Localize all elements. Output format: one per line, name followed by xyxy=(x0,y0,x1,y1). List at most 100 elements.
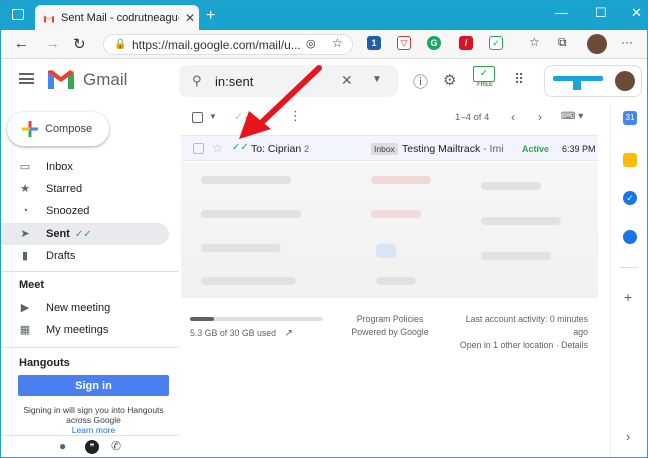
inbox-label-badge[interactable]: Inbox xyxy=(371,143,398,155)
annotation-arrow-icon xyxy=(239,65,322,139)
browser-tab[interactable]: Sent Mail - codrutneagu@digita ✕ xyxy=(35,5,199,30)
favorite-add-icon[interactable]: ☆ xyxy=(332,36,343,50)
sidebar-item-sent[interactable]: ➤ Sent ✓✓ xyxy=(1,223,169,245)
tasks-app-icon[interactable]: ✓ xyxy=(623,191,637,205)
sidebar-item-label: Inbox xyxy=(46,161,73,173)
more-menu-icon[interactable]: ··· xyxy=(621,35,633,49)
open-storage-icon[interactable]: ↗ xyxy=(285,328,293,339)
sidebar-item-label: My meetings xyxy=(46,324,109,336)
email-time: 6:39 PM xyxy=(562,144,596,154)
hangouts-icon[interactable]: ❞ xyxy=(85,440,99,454)
pocket-icon[interactable]: ▽ xyxy=(397,36,411,50)
star-toggle-icon[interactable]: ☆ xyxy=(212,141,223,155)
storage-usage-fill xyxy=(190,317,214,321)
clear-search-icon[interactable]: ✕ xyxy=(341,72,353,89)
row-checkbox[interactable] xyxy=(193,143,204,154)
my-meetings-item[interactable]: ▦ My meetings xyxy=(1,319,169,341)
settings-gear-icon[interactable]: ⚙ xyxy=(443,71,456,89)
older-page-icon[interactable]: › xyxy=(538,110,542,124)
reading-view-icon[interactable]: ◎ xyxy=(306,37,316,50)
sidebar-item-label: Drafts xyxy=(46,250,76,262)
browser-window: Sent Mail - codrutneagu@digita ✕ + — ☐ ✕… xyxy=(0,0,648,458)
side-panel: 31 ✓ + › xyxy=(610,101,647,457)
lock-icon: 🔒 xyxy=(114,39,127,50)
gmail-logo-icon xyxy=(48,70,74,89)
account-avatar[interactable] xyxy=(615,71,635,91)
back-icon[interactable]: ← xyxy=(14,35,29,52)
phone-icon[interactable]: ✆ xyxy=(111,439,121,453)
compose-button[interactable]: Compose xyxy=(7,112,109,146)
get-addons-icon[interactable]: + xyxy=(624,289,632,305)
select-all-checkbox[interactable] xyxy=(192,112,203,123)
apps-grid-icon[interactable]: ⠿ xyxy=(514,71,524,88)
favorites-icon[interactable]: ☆ xyxy=(529,35,540,49)
maximize-button[interactable]: ☐ xyxy=(595,5,607,21)
new-meeting-item[interactable]: ▶ New meeting xyxy=(1,297,169,319)
recipient-name: To: Ciprian xyxy=(251,143,302,155)
mailtrack-addon-icon[interactable]: ✓ FREE xyxy=(473,66,497,92)
learn-more-link[interactable]: Learn more xyxy=(72,425,115,435)
meet-section-title: Meet xyxy=(19,279,45,291)
footer-links: Program Policies Powered by Google xyxy=(350,313,430,339)
side-panel-divider xyxy=(620,267,638,268)
organization-logo-icon xyxy=(553,76,603,90)
reload-icon[interactable]: ↻ xyxy=(73,35,86,53)
gmail-favicon-icon xyxy=(44,15,54,22)
mailtrack-ext-icon[interactable]: ✓ xyxy=(489,36,503,50)
expand-panel-icon[interactable]: › xyxy=(626,429,630,444)
select-dropdown-icon[interactable]: ▼ xyxy=(209,112,217,121)
sidebar-divider xyxy=(1,347,179,348)
newer-page-icon[interactable]: ‹ xyxy=(511,110,515,124)
sidebar-item-drafts[interactable]: ▮ Drafts xyxy=(1,245,169,267)
hangouts-signin-button[interactable]: Sign in xyxy=(18,375,169,396)
contacts-app-icon[interactable] xyxy=(623,230,637,244)
input-tools-icon[interactable]: ⌨ ▾ xyxy=(561,111,583,122)
snippet-text: - Imi xyxy=(480,143,504,155)
subject-text: Testing Mailtrack xyxy=(402,143,481,155)
activity-line: ago xyxy=(573,327,588,337)
main-menu-icon[interactable] xyxy=(19,73,34,84)
storage-used-text: 5.3 GB of 30 GB used xyxy=(190,328,277,338)
contacts-icon[interactable]: ● xyxy=(59,439,66,453)
gmail-brand: Gmail xyxy=(83,70,128,89)
recipient: To: Ciprian 2 xyxy=(251,143,309,155)
email-subject: Testing Mailtrack - Imi xyxy=(402,143,512,155)
storage-usage-bar xyxy=(190,317,323,321)
inbox-icon: ▭ xyxy=(19,161,31,173)
program-policies-link[interactable]: Program Policies xyxy=(357,314,424,324)
close-window-button[interactable]: ✕ xyxy=(631,5,642,21)
compose-plus-icon xyxy=(22,121,38,137)
new-tab-button[interactable]: + xyxy=(206,7,215,25)
extension-icon-1[interactable]: 1 xyxy=(367,36,381,50)
tab-actions-icon[interactable] xyxy=(12,9,24,20)
help-icon[interactable]: ⓘ xyxy=(413,71,428,92)
tab-close-icon[interactable]: ✕ xyxy=(185,11,195,25)
sidebar-item-inbox[interactable]: ▭ Inbox xyxy=(1,156,169,178)
sidebar-item-label: Sent xyxy=(46,228,70,240)
search-options-icon[interactable]: ▼ xyxy=(372,74,382,85)
sidebar-item-starred[interactable]: ★ Starred xyxy=(1,178,169,200)
title-bar: Sent Mail - codrutneagu@digita ✕ + — ☐ ✕ xyxy=(1,1,647,30)
collections-icon[interactable]: ⧉ xyxy=(558,35,567,50)
powered-by-text: Powered by Google xyxy=(351,327,429,337)
account-switcher[interactable] xyxy=(544,65,642,97)
profile-avatar[interactable] xyxy=(587,34,607,54)
calendar-app-icon[interactable]: 31 xyxy=(623,111,637,125)
grammarly-icon[interactable]: G xyxy=(427,36,441,50)
address-bar: ← → ↻ 🔒 https://mail.google.com/mail/u..… xyxy=(1,30,647,59)
minimize-button[interactable]: — xyxy=(555,5,568,20)
sidebar-item-label: Snoozed xyxy=(46,205,90,217)
sidebar-item-snoozed[interactable]: ◔ Snoozed xyxy=(1,200,169,222)
hangouts-section-title: Hangouts xyxy=(19,357,70,369)
read-receipt-icon[interactable]: ✓✓ xyxy=(232,142,249,153)
send-icon: ➤ xyxy=(20,228,30,240)
activity-details-link[interactable]: Open in 1 other location · Details xyxy=(460,340,588,350)
account-activity: Last account activity: 0 minutes ago Ope… xyxy=(456,313,588,352)
addon-free-label: FREE xyxy=(476,82,493,88)
keep-app-icon[interactable] xyxy=(623,153,637,167)
hint-text: Signing in will sign you into Hangouts a… xyxy=(23,405,164,425)
extension-icon-red[interactable]: / xyxy=(459,36,473,50)
blurred-email-list xyxy=(181,162,598,298)
search-icon[interactable]: ⚲ xyxy=(192,73,202,89)
forward-icon[interactable]: → xyxy=(45,35,60,52)
